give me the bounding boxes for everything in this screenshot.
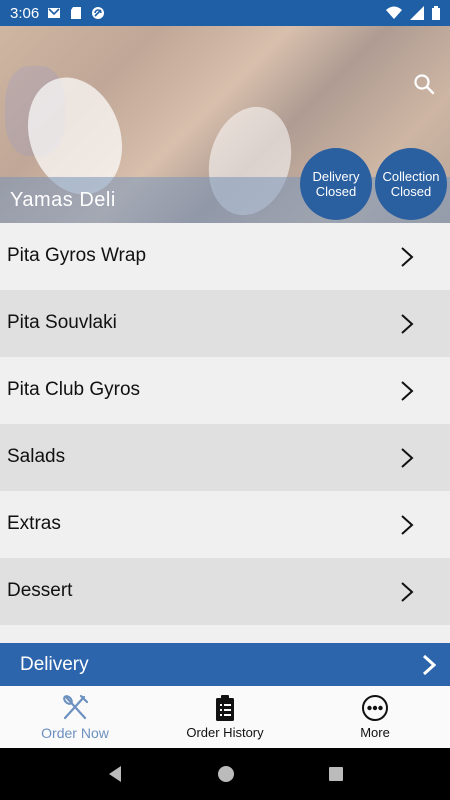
category-label: Pita Souvlaki (7, 311, 117, 333)
chevron-right-icon (401, 514, 414, 535)
back-icon[interactable] (106, 765, 124, 783)
chevron-right-icon (401, 447, 414, 468)
delivery-status-badge: Delivery Closed (300, 148, 372, 220)
category-item-salads[interactable]: Salads (0, 424, 450, 491)
search-icon (414, 74, 435, 95)
chevron-right-icon (422, 654, 436, 675)
tab-order-now[interactable]: Order Now (0, 686, 150, 748)
category-label: Extras (7, 512, 61, 534)
category-label: Salads (7, 445, 66, 467)
sync-icon (92, 7, 105, 19)
delivery-mode-label: Delivery (20, 653, 89, 675)
tab-order-history[interactable]: Order History (150, 686, 300, 748)
fork-knife-icon (63, 694, 89, 720)
signal-icon (410, 6, 424, 20)
category-label: Pita Gyros Wrap (7, 244, 147, 266)
category-item-dessert[interactable]: Dessert (0, 558, 450, 625)
tab-more[interactable]: More (300, 686, 450, 748)
search-button[interactable] (410, 70, 438, 98)
delivery-status-title: Delivery (312, 169, 360, 184)
home-icon[interactable] (217, 765, 235, 783)
chevron-right-icon (401, 581, 414, 602)
category-list: Pita Gyros Wrap Pita Souvlaki Pita Club … (0, 223, 450, 625)
recents-icon[interactable] (328, 766, 344, 782)
chevron-right-icon (401, 380, 414, 401)
bottom-tab-bar: Order Now Order History More (0, 686, 450, 748)
status-bar: 3:06 (0, 0, 450, 26)
battery-icon (432, 6, 440, 20)
category-label: Pita Club Gyros (7, 378, 141, 400)
collection-status-badge: Collection Closed (375, 148, 447, 220)
list-spacer (0, 625, 450, 643)
clipboard-icon (216, 695, 234, 721)
tab-order-now-label: Order Now (41, 725, 109, 741)
tab-order-history-label: Order History (186, 725, 264, 740)
status-time: 3:06 (10, 4, 40, 22)
category-item-extras[interactable]: Extras (0, 491, 450, 558)
restaurant-name: Yamas Deli (10, 189, 116, 211)
sd-card-icon (71, 7, 82, 19)
wifi-icon (386, 6, 402, 19)
chevron-right-icon (401, 246, 414, 267)
more-icon (362, 695, 388, 721)
category-item-pita-souvlaki[interactable]: Pita Souvlaki (0, 290, 450, 357)
category-item-pita-gyros-wrap[interactable]: Pita Gyros Wrap (0, 223, 450, 290)
gmail-icon (48, 8, 61, 18)
chevron-right-icon (401, 313, 414, 334)
category-label: Dessert (7, 579, 73, 601)
delivery-status-value: Closed (315, 184, 357, 199)
collection-status-value: Closed (390, 184, 432, 199)
category-item-pita-club-gyros[interactable]: Pita Club Gyros (0, 357, 450, 424)
system-navigation-bar (0, 748, 450, 800)
collection-status-title: Collection (382, 169, 440, 184)
tab-more-label: More (360, 725, 390, 740)
delivery-mode-button[interactable]: Delivery (0, 643, 450, 686)
